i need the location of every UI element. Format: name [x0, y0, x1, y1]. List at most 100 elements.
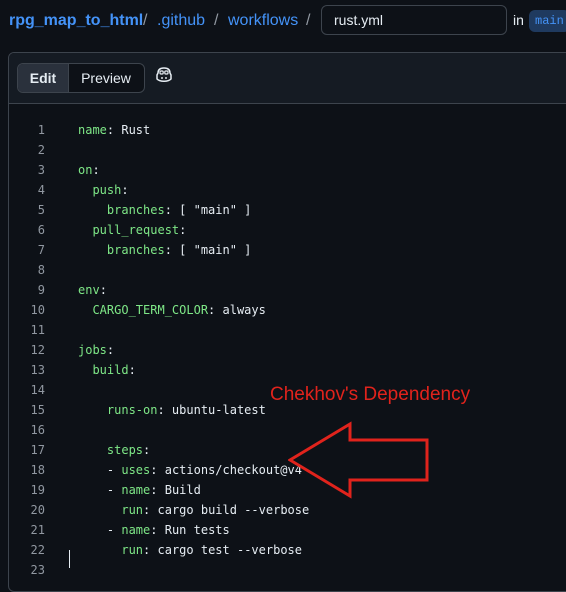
- line-number: 10: [30, 303, 45, 317]
- code-line[interactable]: 9 env:: [9, 280, 566, 300]
- yaml-key: on: [78, 163, 93, 177]
- yaml-key: run: [121, 543, 144, 557]
- line-number: 18: [30, 463, 45, 477]
- yaml-text: [78, 363, 92, 377]
- line-number: 2: [37, 143, 45, 157]
- code-line[interactable]: 8: [9, 260, 566, 280]
- code-line[interactable]: 11: [9, 320, 566, 340]
- breadcrumb-bar: rpg_map_to_html / .github / workflows / …: [0, 0, 566, 44]
- yaml-text: : [ "main" ]: [164, 203, 252, 217]
- code-text: run: cargo test --verbose: [78, 540, 302, 560]
- code-line[interactable]: 7 branches: [ "main" ]: [9, 240, 566, 260]
- code-line[interactable]: 1 name: Rust: [9, 120, 566, 140]
- yaml-text: : [ "main" ]: [164, 243, 252, 257]
- line-number: 16: [30, 423, 45, 437]
- code-area[interactable]: 1 name: Rust 2 3 on: 4 push: 5 branches: [ "ma…: [9, 104, 566, 591]
- breadcrumb-separator: /: [143, 12, 148, 29]
- line-number: 20: [30, 503, 45, 517]
- branch-in-label: in: [513, 12, 524, 28]
- line-number: 22: [30, 543, 45, 557]
- code-line[interactable]: 2: [9, 140, 566, 160]
- code-line[interactable]: 22 run: cargo test --verbose: [9, 540, 566, 560]
- yaml-text: : Build: [150, 483, 201, 497]
- yaml-key: name: [121, 483, 151, 497]
- code-line[interactable]: 4 push:: [9, 180, 566, 200]
- code-text: steps:: [78, 440, 150, 460]
- line-number: 19: [30, 483, 45, 497]
- yaml-key: jobs: [78, 343, 107, 357]
- line-number: 3: [37, 163, 45, 177]
- code-text: name: Rust: [78, 120, 150, 140]
- breadcrumb-separator: /: [306, 12, 311, 29]
- annotation-label: Chekhov's Dependency: [270, 384, 471, 405]
- yaml-text: : ubuntu-latest: [157, 403, 266, 417]
- code-text: - name: Build: [78, 480, 201, 500]
- yaml-text: [78, 183, 92, 197]
- code-text: jobs:: [78, 340, 114, 360]
- yaml-text: :: [99, 283, 107, 297]
- line-number: 7: [37, 243, 45, 257]
- code-line[interactable]: 12 jobs:: [9, 340, 566, 360]
- yaml-text: : always: [208, 303, 266, 317]
- yaml-key: steps: [106, 443, 144, 457]
- line-number: 17: [30, 443, 45, 457]
- line-number: 14: [30, 383, 45, 397]
- yaml-key: env: [78, 283, 100, 297]
- yaml-text: [78, 303, 92, 317]
- line-number: 5: [37, 203, 45, 217]
- yaml-key: run: [121, 503, 144, 517]
- yaml-text: -: [78, 463, 122, 477]
- line-number: 1: [37, 123, 45, 137]
- yaml-text: : Run tests: [150, 523, 230, 537]
- yaml-text: :: [143, 443, 151, 457]
- yaml-key: build: [92, 363, 129, 377]
- yaml-text: [78, 243, 107, 257]
- tab-edit[interactable]: Edit: [18, 64, 69, 92]
- yaml-text: [78, 543, 121, 557]
- line-number: 12: [30, 343, 45, 357]
- code-line[interactable]: 6 pull_request:: [9, 220, 566, 240]
- code-text: branches: [ "main" ]: [78, 200, 252, 220]
- breadcrumb-workflows-link[interactable]: workflows: [228, 11, 298, 31]
- code-text: branches: [ "main" ]: [78, 240, 252, 260]
- code-line[interactable]: 21 - name: Run tests: [9, 520, 566, 540]
- line-number: 11: [30, 323, 45, 337]
- yaml-key: branches: [106, 243, 165, 257]
- yaml-text: -: [78, 483, 122, 497]
- yaml-text: :: [92, 163, 100, 177]
- breadcrumb-repo-link[interactable]: rpg_map_to_html: [9, 11, 143, 31]
- yaml-text: -: [78, 523, 122, 537]
- tab-preview[interactable]: Preview: [68, 64, 144, 92]
- yaml-text: :: [128, 363, 136, 377]
- breadcrumb-github-link[interactable]: .github: [157, 11, 205, 31]
- yaml-key: push: [92, 183, 122, 197]
- yaml-text: : cargo build --verbose: [143, 503, 310, 517]
- yaml-key: uses: [121, 463, 151, 477]
- code-text: build:: [78, 360, 136, 380]
- line-number: 8: [37, 263, 45, 277]
- line-number: 15: [30, 403, 45, 417]
- copilot-icon[interactable]: [155, 67, 177, 89]
- code-line[interactable]: 10 CARGO_TERM_COLOR: always: [9, 300, 566, 320]
- yaml-text: :: [179, 223, 187, 237]
- code-line[interactable]: 20 run: cargo build --verbose: [9, 500, 566, 520]
- yaml-key: branches: [106, 203, 165, 217]
- yaml-text: [78, 503, 121, 517]
- yaml-text: [78, 203, 107, 217]
- code-line[interactable]: 5 branches: [ "main" ]: [9, 200, 566, 220]
- line-number: 21: [30, 523, 45, 537]
- code-line[interactable]: 13 build:: [9, 360, 566, 380]
- yaml-text: [78, 403, 107, 417]
- yaml-key: pull_request: [92, 223, 180, 237]
- left-arrow-icon: [288, 421, 429, 499]
- code-line[interactable]: 23: [9, 560, 566, 580]
- breadcrumb-separator: /: [214, 12, 219, 29]
- file-editor: Edit Preview 1 name: Rust 2 3 on: 4 push: 5 br…: [8, 52, 566, 592]
- code-line[interactable]: 3 on:: [9, 160, 566, 180]
- filename-input[interactable]: [321, 5, 507, 35]
- yaml-key: runs-on: [106, 403, 158, 417]
- editor-toolbar: Edit Preview: [9, 53, 566, 104]
- branch-badge[interactable]: main: [529, 10, 566, 32]
- code-text: - uses: actions/checkout@v4: [78, 460, 302, 480]
- line-number: 9: [37, 283, 45, 297]
